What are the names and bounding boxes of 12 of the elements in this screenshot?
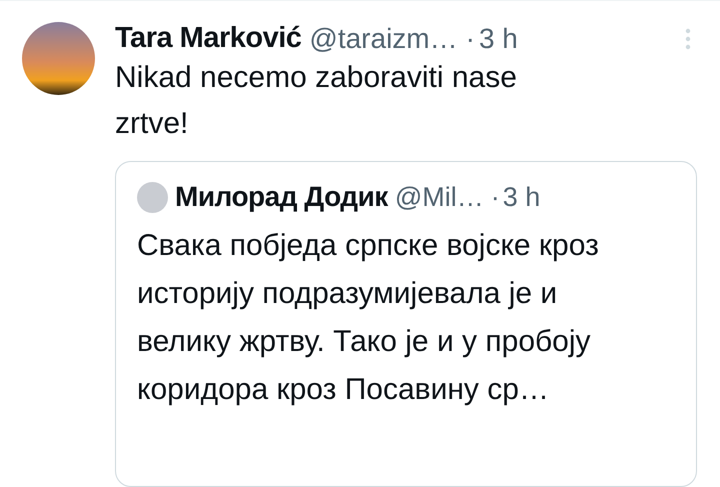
separator-dot: · bbox=[490, 182, 500, 212]
quoted-tweet-text: Свака побједа српске војске кроз историју подразумијевала је и велику жртву. Тако је и у пробоју коридора кроз Посавину ср… bbox=[137, 228, 600, 408]
author-handle: @taraizm… bbox=[309, 22, 458, 54]
tweet-text: Nikad necemo zaboraviti nase zrtve! bbox=[115, 60, 518, 142]
author-handle: @Mil… bbox=[394, 182, 484, 212]
author-name: Милорад Додик bbox=[175, 181, 388, 213]
author-name[interactable]: Tara Marković bbox=[115, 22, 302, 55]
post-time: 3 h bbox=[502, 182, 540, 212]
post-time[interactable]: 3 h bbox=[478, 22, 518, 54]
quoted-tweet-card[interactable]: Милорад Додик @Mil… ·3 h Свака побједа српске војске кроз историју подразумијевала је и велику жртву. Тако је и у пробоју коридора кроз Посавину ср… bbox=[115, 161, 697, 487]
avatar-photo-placeholder bbox=[137, 182, 168, 212]
separator-dot: · bbox=[466, 22, 475, 54]
